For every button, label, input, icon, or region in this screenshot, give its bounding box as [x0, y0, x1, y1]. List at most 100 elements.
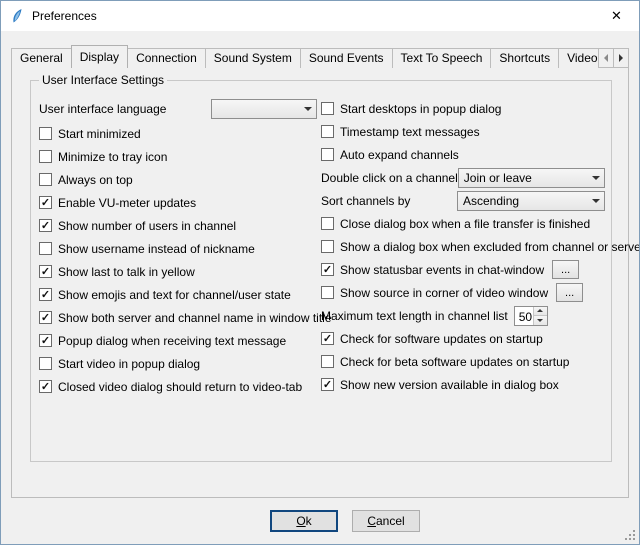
check-timestamp-text-messages[interactable]: Timestamp text messages — [321, 120, 605, 143]
language-dropdown[interactable] — [211, 99, 317, 119]
tab-display[interactable]: Display — [71, 45, 128, 68]
dropdown-value: Join or leave — [464, 171, 587, 185]
checkbox[interactable] — [39, 150, 52, 163]
spin-down-button[interactable] — [534, 315, 547, 325]
checkbox-label: Show source in corner of video window — [340, 286, 548, 300]
double-click-on-channel-row: Double click on a channel Join or leave — [321, 166, 605, 189]
tab-scroll-left-icon — [604, 54, 608, 62]
title-bar[interactable]: Preferences ✕ — [1, 1, 639, 31]
check-closed-video-return-to-video-tab[interactable]: ✓ Closed video dialog should return to v… — [39, 375, 317, 398]
statusbar-events-options-button[interactable]: ... — [552, 260, 579, 279]
checkbox-label: Check for software updates on startup — [340, 332, 543, 346]
checkbox[interactable]: ✓ — [39, 219, 52, 232]
checkbox-label: Timestamp text messages — [340, 125, 480, 139]
check-close-dialog-when-transfer-finished[interactable]: Close dialog box when a file transfer is… — [321, 212, 605, 235]
checkbox[interactable] — [321, 286, 334, 299]
tab-pane: User Interface Settings User interface l… — [11, 67, 629, 498]
spin-up-button[interactable] — [534, 307, 547, 316]
spin-up-icon — [537, 309, 543, 312]
checkbox[interactable] — [39, 173, 52, 186]
checkbox[interactable]: ✓ — [39, 288, 52, 301]
checkbox[interactable] — [39, 127, 52, 140]
footer: Ok Cancel — [1, 510, 639, 532]
checkbox[interactable]: ✓ — [321, 332, 334, 345]
checkbox[interactable]: ✓ — [39, 265, 52, 278]
cancel-button[interactable]: Cancel — [352, 510, 420, 532]
tab-sound-events[interactable]: Sound Events — [300, 48, 393, 68]
language-label: User interface language — [39, 102, 166, 116]
checkbox-label: Show both server and channel name in win… — [58, 311, 332, 325]
max-text-length-row: Maximum text length in channel list 50 — [321, 304, 605, 327]
checkbox[interactable]: ✓ — [39, 380, 52, 393]
check-show-statusbar-events[interactable]: ✓ Show statusbar events in chat-window .… — [321, 258, 605, 281]
close-button[interactable]: ✕ — [594, 1, 639, 31]
sort-channels-by-dropdown[interactable]: Ascending — [457, 191, 605, 211]
tab-bar: General Display Connection Sound System … — [11, 45, 629, 68]
tab-scroll-left-button[interactable] — [598, 48, 614, 68]
tab-scroll-right-button[interactable] — [613, 48, 629, 68]
checkbox[interactable] — [39, 357, 52, 370]
video-source-options-button[interactable]: ... — [556, 283, 583, 302]
check-minimize-to-tray-icon[interactable]: Minimize to tray icon — [39, 145, 317, 168]
checkbox-label: Start video in popup dialog — [58, 357, 200, 371]
max-text-length-label: Maximum text length in channel list — [321, 309, 508, 323]
checkbox[interactable] — [321, 102, 334, 115]
dropdown-value: Ascending — [463, 194, 587, 208]
tab-shortcuts[interactable]: Shortcuts — [490, 48, 559, 68]
spin-down-icon — [537, 319, 543, 322]
checkbox[interactable] — [39, 242, 52, 255]
close-icon: ✕ — [611, 8, 622, 24]
cancel-label: C — [367, 514, 376, 528]
check-popup-dialog-on-text-message[interactable]: ✓ Popup dialog when receiving text messa… — [39, 329, 317, 352]
tab-sound-system[interactable]: Sound System — [205, 48, 301, 68]
right-column: Start desktops in popup dialog Timestamp… — [317, 97, 605, 398]
checkbox-label: Auto expand channels — [340, 148, 459, 162]
chevron-down-icon — [299, 100, 316, 118]
checkbox[interactable] — [321, 148, 334, 161]
checkbox-label: Popup dialog when receiving text message — [58, 334, 286, 348]
window-title: Preferences — [32, 9, 97, 23]
check-start-minimized[interactable]: Start minimized — [39, 122, 317, 145]
checkbox[interactable]: ✓ — [39, 334, 52, 347]
checkbox[interactable]: ✓ — [39, 311, 52, 324]
check-beta-software-updates[interactable]: Check for beta software updates on start… — [321, 350, 605, 373]
check-auto-expand-channels[interactable]: Auto expand channels — [321, 143, 605, 166]
tab-text-to-speech[interactable]: Text To Speech — [392, 48, 492, 68]
tab-video[interactable]: Video — [558, 48, 598, 68]
checkbox-label: Show number of users in channel — [58, 219, 236, 233]
checkbox[interactable] — [321, 125, 334, 138]
checkbox-label: Check for beta software updates on start… — [340, 355, 569, 369]
checkbox[interactable] — [321, 217, 334, 230]
checkbox[interactable]: ✓ — [39, 196, 52, 209]
max-text-length-input[interactable]: 50 — [514, 306, 548, 326]
check-show-source-in-video-corner[interactable]: Show source in corner of video window ..… — [321, 281, 605, 304]
check-show-last-to-talk-in-yellow[interactable]: ✓ Show last to talk in yellow — [39, 260, 317, 283]
checkbox-label: Close dialog box when a file transfer is… — [340, 217, 590, 231]
checkbox[interactable] — [321, 355, 334, 368]
checkbox-label: Start desktops in popup dialog — [340, 102, 501, 116]
checkbox[interactable]: ✓ — [321, 378, 334, 391]
check-software-updates-on-startup[interactable]: ✓ Check for software updates on startup — [321, 327, 605, 350]
checkbox[interactable]: ✓ — [321, 263, 334, 276]
ok-button[interactable]: Ok — [270, 510, 338, 532]
double-click-on-channel-dropdown[interactable]: Join or leave — [458, 168, 605, 188]
check-show-username-instead-of-nickname[interactable]: Show username instead of nickname — [39, 237, 317, 260]
check-show-dialog-when-excluded[interactable]: Show a dialog box when excluded from cha… — [321, 235, 605, 258]
tab-general[interactable]: General — [11, 48, 72, 68]
checkbox-label: Always on top — [58, 173, 133, 187]
chevron-down-icon — [587, 192, 604, 210]
cancel-label-rest: ancel — [376, 514, 405, 528]
check-show-emojis-and-text[interactable]: ✓ Show emojis and text for channel/user … — [39, 283, 317, 306]
check-start-desktops-in-popup-dialog[interactable]: Start desktops in popup dialog — [321, 97, 605, 120]
checkbox[interactable] — [321, 240, 334, 253]
check-enable-vu-meter-updates[interactable]: ✓ Enable VU-meter updates — [39, 191, 317, 214]
check-start-video-in-popup-dialog[interactable]: Start video in popup dialog — [39, 352, 317, 375]
check-show-new-version-dialog[interactable]: ✓ Show new version available in dialog b… — [321, 373, 605, 396]
tab-connection[interactable]: Connection — [127, 48, 206, 68]
resize-grip[interactable] — [624, 529, 637, 542]
checkbox-label: Show statusbar events in chat-window — [340, 263, 544, 277]
check-show-number-of-users[interactable]: ✓ Show number of users in channel — [39, 214, 317, 237]
check-always-on-top[interactable]: Always on top — [39, 168, 317, 191]
check-show-server-and-channel-in-title[interactable]: ✓ Show both server and channel name in w… — [39, 306, 317, 329]
checkbox-label: Show last to talk in yellow — [58, 265, 195, 279]
